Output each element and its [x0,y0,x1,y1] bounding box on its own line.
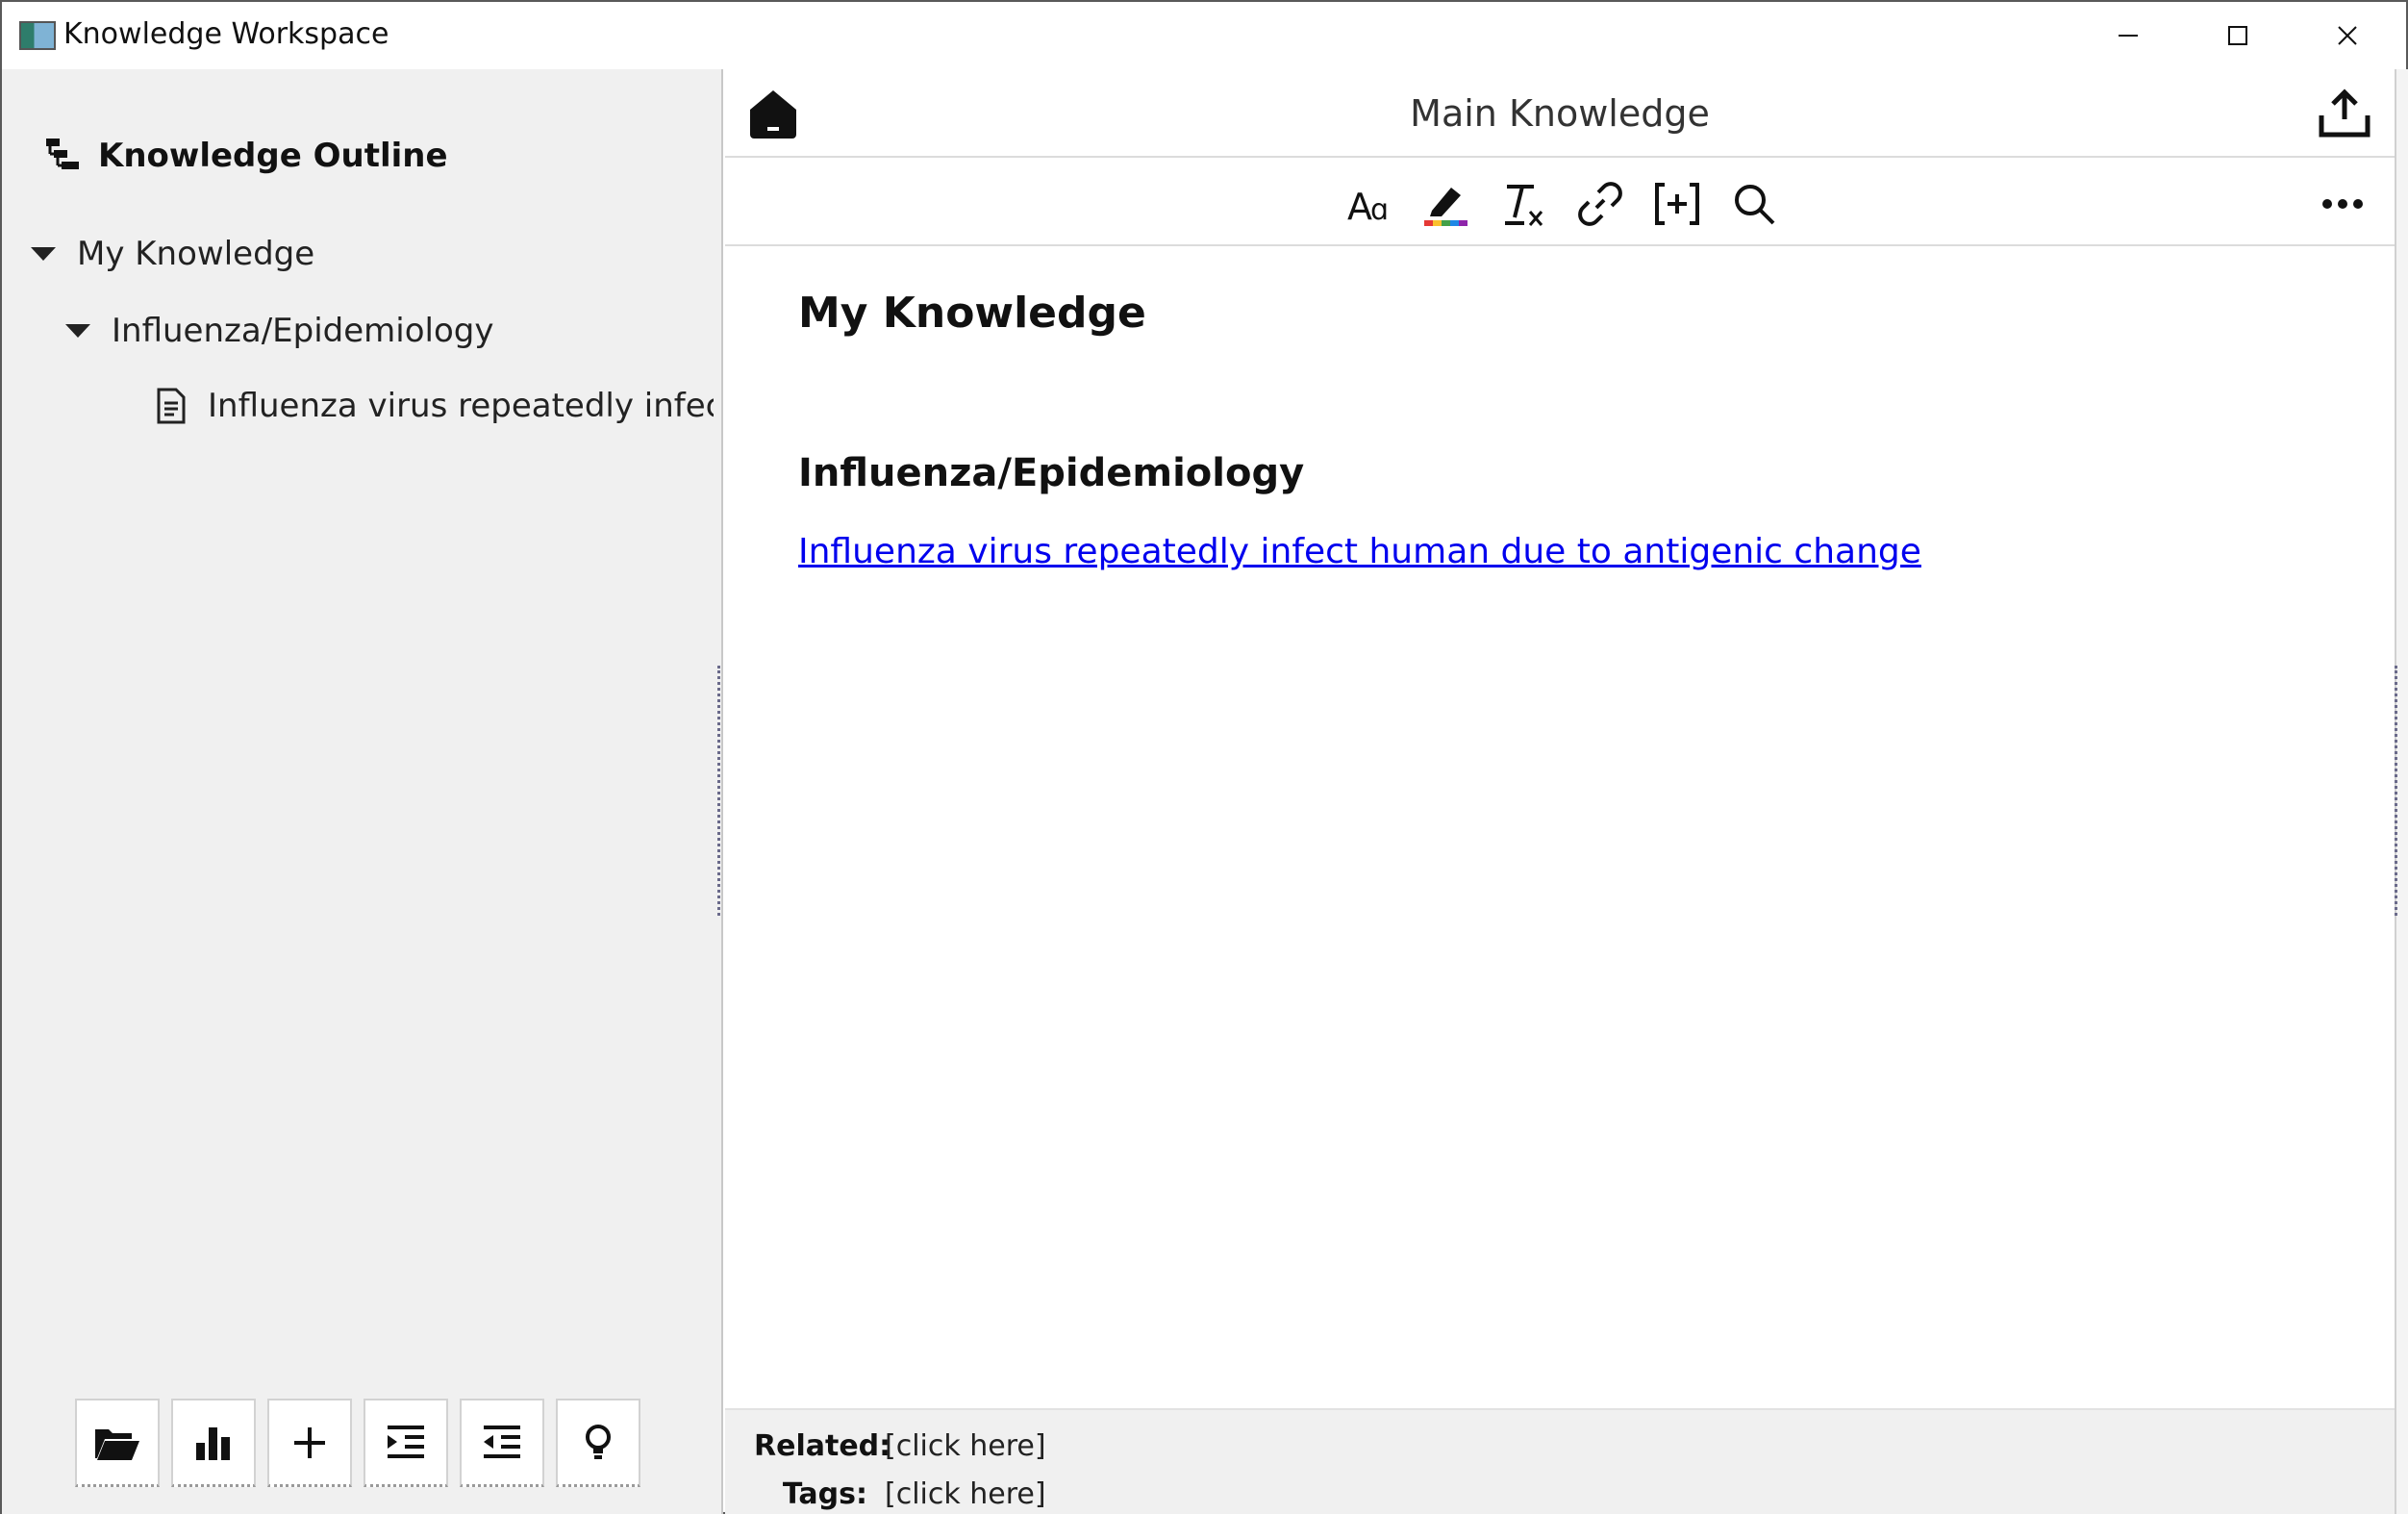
add-node-button[interactable] [267,1399,352,1487]
highlighter-icon [1424,188,1467,226]
content-heading: My Knowledge [798,289,1146,338]
minimize-icon [2119,35,2138,37]
expand-triangle-icon[interactable] [65,324,90,338]
indent-button[interactable] [364,1399,448,1487]
tags-row: Tags: [click here] [754,1477,1046,1511]
format-toolbar: A ɑ [725,160,2395,246]
tree-item-label: My Knowledge [77,235,315,273]
lightbulb-icon [586,1424,611,1459]
search-button[interactable] [1727,177,1781,231]
editor-header: Main Knowledge [725,69,2395,158]
document-title: Main Knowledge [1410,92,1710,135]
note-link[interactable]: Influenza virus repeatedly infect human … [798,532,1921,571]
clear-format-button[interactable] [1496,177,1550,231]
outline-icon [46,139,79,169]
link-button[interactable] [1573,177,1627,231]
tree-item-label: Influenza virus repeatedly infect human … [208,387,714,425]
close-button[interactable] [2293,2,2402,69]
expand-triangle-icon[interactable] [31,247,56,261]
export-icon[interactable] [2318,87,2371,140]
highlight-button[interactable] [1419,177,1473,231]
panel-splitter[interactable] [717,666,725,916]
outline-header: Knowledge Outline [44,137,448,175]
insert-bracket-icon [1655,183,1699,225]
metadata-footer: Related: [click here] Tags: [click here] [725,1408,2395,1514]
svg-text:ɑ: ɑ [1370,193,1389,225]
editor-panel: Main Knowledge A ɑ My Knowledge Influenz… [725,69,2395,1514]
svg-text:A: A [1347,186,1372,225]
outdent-button[interactable] [460,1399,544,1487]
minimize-button[interactable] [2073,2,2183,69]
app-icon [19,21,56,50]
outline-toolbar [75,1399,640,1487]
related-label: Related: [754,1429,891,1463]
search-icon [1735,185,1775,225]
more-options-button[interactable] [2314,177,2371,231]
idea-button[interactable] [556,1399,640,1487]
maximize-button[interactable] [2183,2,2293,69]
outdent-icon [484,1425,520,1458]
indent-icon [388,1425,424,1458]
content-subheading: Influenza/Epidemiology [798,451,1305,495]
link-icon [1578,182,1622,226]
right-splitter[interactable] [2395,666,2402,916]
bar-chart-icon [196,1426,230,1460]
open-folder-button[interactable] [75,1399,160,1487]
document-icon [157,388,186,424]
outline-panel: Knowledge Outline My Knowledge Influenza… [2,69,723,1514]
outline-title: Knowledge Outline [98,137,448,175]
tree-item-my-knowledge[interactable]: My Knowledge [31,235,314,273]
tree-item-influenza-epidemiology[interactable]: Influenza/Epidemiology [65,312,493,350]
tags-label: Tags: [782,1477,867,1511]
app-window: Knowledge Workspace Knowledge Outline My… [0,0,2408,1514]
maximize-icon [2228,26,2247,45]
tags-link[interactable]: [click here] [885,1477,1046,1511]
statistics-button[interactable] [171,1399,256,1487]
more-icon [2322,199,2363,209]
font-button[interactable]: A ɑ [1342,177,1396,231]
font-icon: A ɑ [1347,186,1389,225]
close-icon [2338,26,2357,45]
editor-content[interactable]: My Knowledge Influenza/Epidemiology Infl… [798,289,2337,571]
clear-format-icon [1505,185,1543,226]
insert-button[interactable] [1650,177,1704,231]
related-row: Related: [click here] [754,1429,1046,1463]
title-bar: Knowledge Workspace [2,2,2406,69]
window-title: Knowledge Workspace [63,17,389,51]
related-link[interactable]: [click here] [885,1429,1046,1463]
tree-item-influenza-note[interactable]: Influenza virus repeatedly infect human … [156,387,714,425]
plus-icon [294,1426,325,1458]
tree-item-label: Influenza/Epidemiology [112,312,494,350]
folder-open-icon [95,1428,139,1460]
